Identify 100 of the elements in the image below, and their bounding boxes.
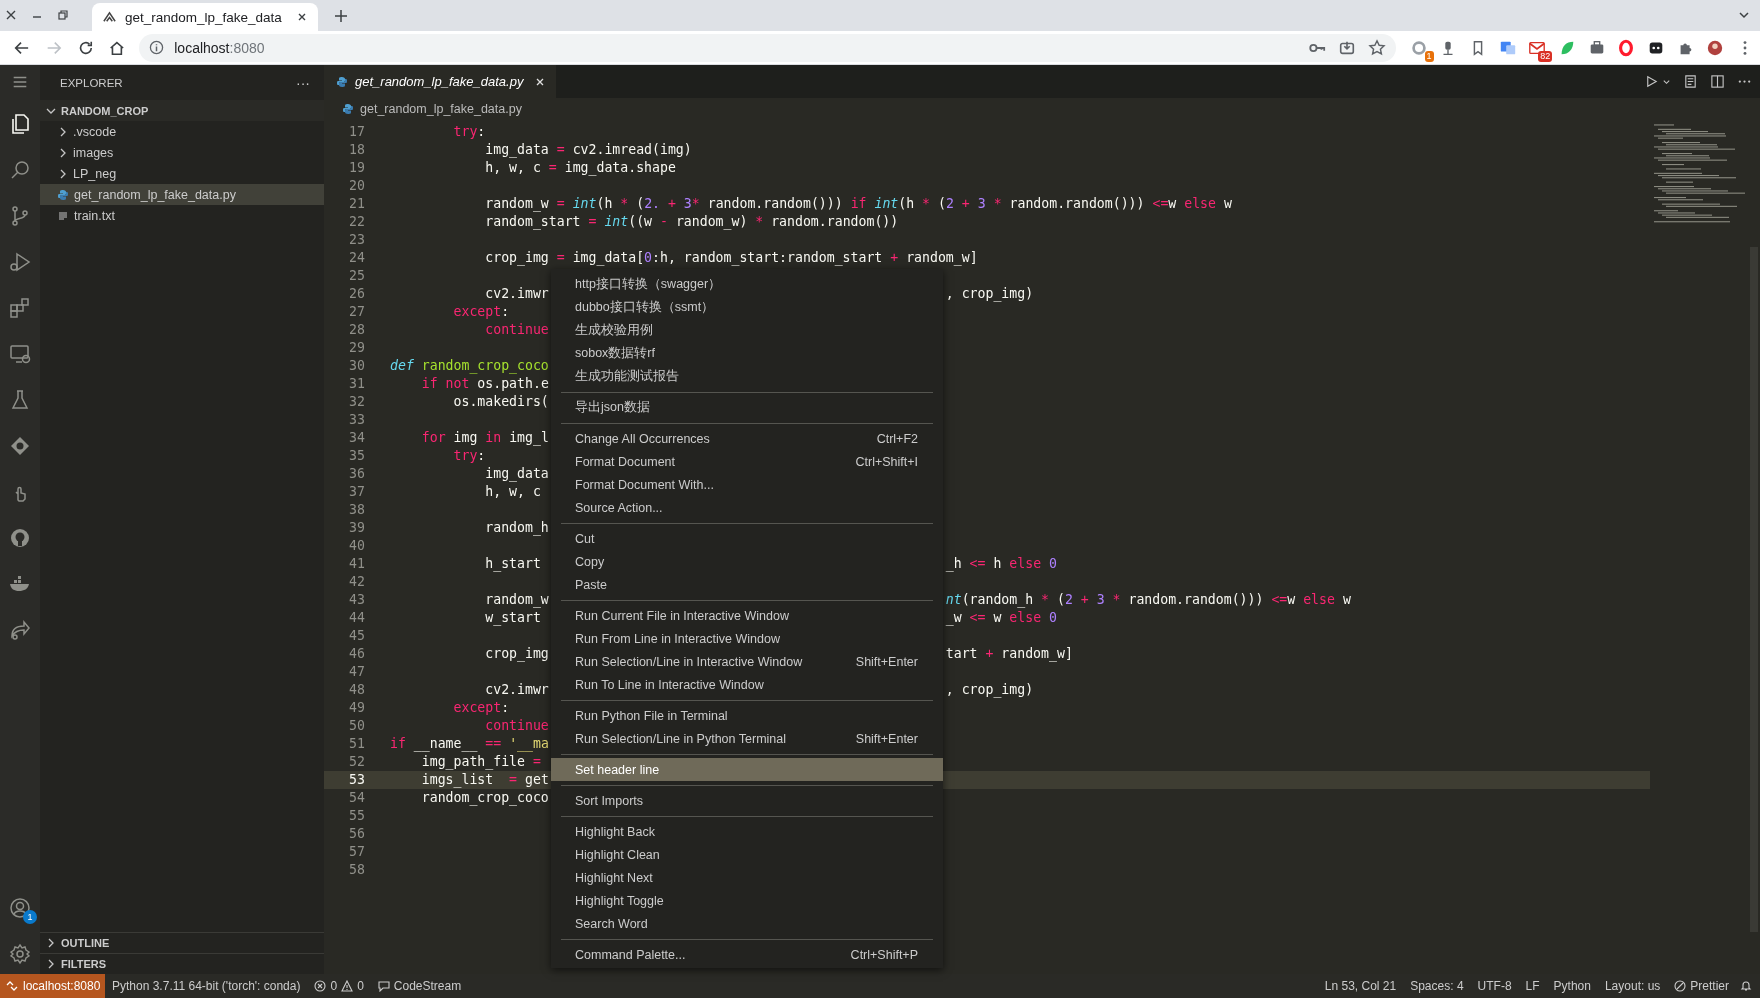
split-icon[interactable] (1710, 74, 1725, 89)
monitor-icon[interactable] (8, 342, 32, 366)
line-number: 33 (348, 411, 365, 429)
menu-item[interactable]: Highlight Next (551, 866, 943, 889)
count-badge: 1 (1424, 50, 1434, 62)
close-icon[interactable] (296, 11, 308, 23)
tree-item[interactable]: LP_neg (40, 163, 324, 184)
menu-item[interactable]: Paste (551, 573, 943, 596)
line-number: 45 (348, 627, 365, 645)
extensions-icon[interactable] (8, 296, 32, 320)
line-number: 26 (348, 285, 365, 303)
code-text: , crop_img) (945, 285, 1034, 303)
code-text: , crop_img) (945, 681, 1034, 699)
restore-icon[interactable] (57, 9, 69, 21)
settings-icon[interactable] (8, 942, 32, 966)
count-badge: 1 (23, 910, 37, 924)
menu-item[interactable]: Run Selection/Line in Python Terminal Shift+Enter (551, 727, 943, 750)
avatar-icon[interactable] (1706, 38, 1725, 57)
run-debug-icon[interactable] (8, 250, 32, 274)
line-number: 58 (348, 861, 365, 879)
status-item[interactable]: UTF-8 (1470, 979, 1519, 993)
more-actions[interactable]: ··· (296, 74, 310, 91)
menu-item[interactable]: Run Current File in Interactive Window (551, 604, 943, 627)
tree-item[interactable]: RANDOM_CROP (40, 100, 324, 121)
star-icon[interactable] (1367, 38, 1386, 57)
menu-item[interactable]: 导出json数据 (551, 396, 943, 419)
code-text: crop_img (485, 646, 549, 661)
menu-item[interactable]: 生成校验用例 (551, 319, 943, 342)
share-icon[interactable] (8, 618, 32, 642)
menu-item[interactable]: Highlight Clean (551, 843, 943, 866)
menu-item[interactable]: Highlight Toggle (551, 889, 943, 912)
menu-item[interactable]: Cut (551, 527, 943, 550)
status-item[interactable]: Ln 53, Col 21 (1317, 979, 1404, 993)
line-number: 18 (348, 141, 365, 159)
status-item[interactable]: Python (1546, 979, 1598, 993)
account-icon[interactable] (8, 896, 32, 920)
code-text: random_h (485, 520, 549, 535)
file-type-icon (342, 103, 354, 115)
code-text: try: (453, 124, 486, 139)
code-text: try: (453, 448, 486, 463)
status-item[interactable]: Prettier (1690, 979, 1729, 993)
code-text: crop_img = img_data[0:h, random_start:random_start + random_w] (485, 250, 978, 265)
menu-item[interactable]: Sort Imports (551, 789, 943, 812)
code-text: except: (453, 304, 510, 319)
close-icon[interactable] (5, 9, 17, 21)
menu-item[interactable]: Command Palette... Ctrl+Shift+P (551, 943, 943, 966)
address-field[interactable]: localhost:8080 (139, 33, 1396, 62)
code-text: img_data = cv2.imread(img) (485, 142, 692, 157)
tree-item[interactable]: train.txt (40, 205, 324, 226)
menu-item[interactable]: Run To Line in Interactive Window (551, 673, 943, 696)
remote-icon (6, 980, 18, 992)
browser-tab[interactable]: get_random_lp_fake_data (92, 3, 318, 31)
line-number: 42 (348, 573, 365, 591)
bell-icon[interactable] (1740, 980, 1752, 992)
error-count[interactable]: 0 (330, 979, 338, 993)
warning-count[interactable]: 0 (357, 979, 364, 993)
line-number: 47 (348, 663, 365, 681)
menu-item[interactable]: Source Action... (551, 496, 943, 519)
section-header[interactable]: OUTLINE (40, 932, 324, 953)
menu-item[interactable]: Copy (551, 550, 943, 573)
line-number: 35 (348, 447, 365, 465)
code-text: img_path_file = (421, 754, 541, 769)
remote-indicator[interactable]: localhost:8080 (0, 974, 105, 998)
menu-item[interactable]: Format Document Ctrl+Shift+I (551, 450, 943, 473)
status-item[interactable]: Python 3.7.11 64-bit ('torch': conda) (105, 979, 308, 993)
menu-item[interactable]: Search Word (551, 912, 943, 935)
ring-icon[interactable] (1409, 38, 1428, 57)
menu-item[interactable]: dubbo接口转换（ssmt） (551, 296, 943, 319)
menu-item[interactable]: Highlight Back (551, 820, 943, 843)
line-number: 25 (348, 267, 365, 285)
menu-item[interactable]: Set header line (551, 758, 943, 781)
status-item[interactable]: Layout: us (1597, 979, 1668, 993)
menu-item[interactable]: Run Selection/Line in Interactive Window Shift+Enter (551, 650, 943, 673)
menu-item[interactable]: http接口转换（swagger） (551, 273, 943, 296)
menu-item[interactable]: Run Python File in Terminal (551, 704, 943, 727)
code-text: continue (485, 718, 549, 733)
new-tab-icon[interactable] (334, 9, 348, 23)
tree-item[interactable]: images (40, 142, 324, 163)
line-number: 40 (348, 537, 365, 555)
menu-item[interactable]: sobox数据转rf (551, 342, 943, 365)
menu-item[interactable]: Run From Line in Interactive Window (551, 627, 943, 650)
editor-tab[interactable]: get_random_lp_fake_data.py (324, 65, 557, 98)
line-number: 57 (348, 843, 365, 861)
breadcrumb[interactable]: get_random_lp_fake_data.py (360, 102, 522, 116)
status-item[interactable]: LF (1518, 979, 1547, 993)
tree-item[interactable]: .vscode (40, 121, 324, 142)
document-icon[interactable] (1683, 74, 1698, 89)
tree-item[interactable]: get_random_lp_fake_data.py (40, 184, 324, 205)
menu-item[interactable]: 生成功能测试报告 (551, 365, 943, 388)
menu-item[interactable]: Change All Occurrences Ctrl+F2 (551, 427, 943, 450)
code-text: def random_crop_coco (390, 358, 549, 373)
line-number: 31 (348, 375, 365, 393)
status-item[interactable]: Spaces: 4 (1403, 979, 1471, 993)
caret-icon[interactable] (1662, 77, 1671, 86)
line-number: 22 (348, 213, 365, 231)
ring-icon[interactable] (1617, 38, 1636, 57)
status-item[interactable]: CodeStream (393, 979, 462, 993)
run-icon[interactable] (1644, 74, 1659, 89)
line-number: 41 (348, 555, 365, 573)
menu-item[interactable]: Format Document With... (551, 473, 943, 496)
